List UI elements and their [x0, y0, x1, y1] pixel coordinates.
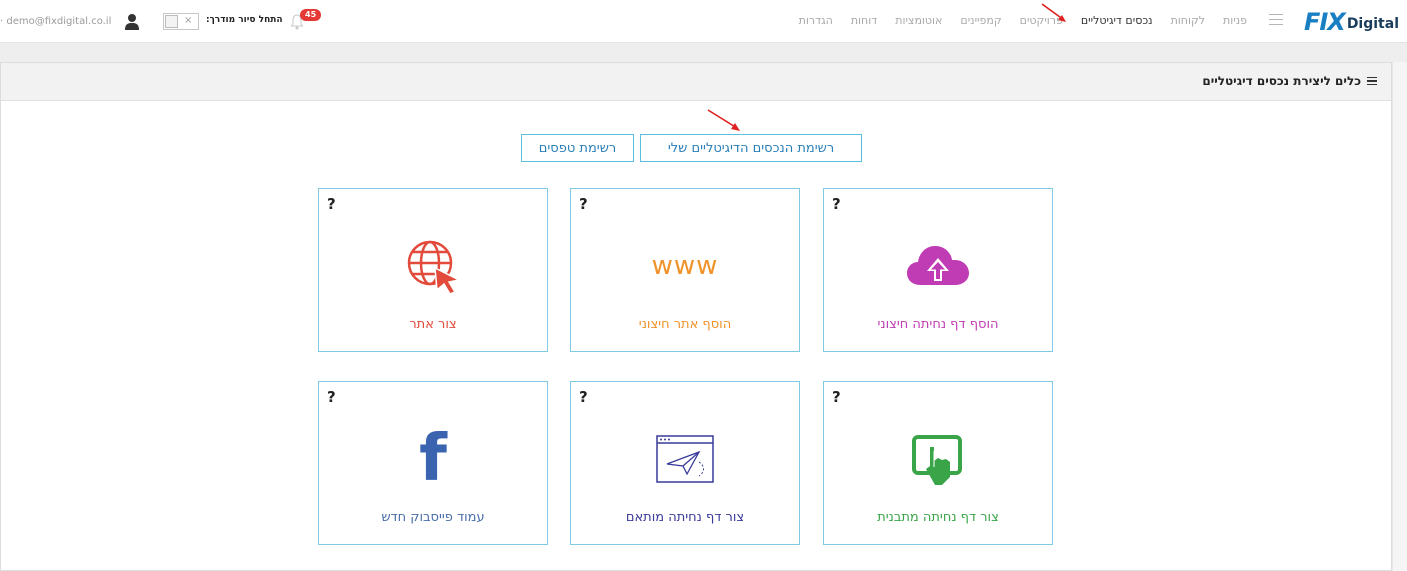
new-facebook-page-card[interactable]: ? f עמוד פייסבוק חדש [318, 381, 548, 545]
create-landing-from-template-card[interactable]: ? צור דף נחיתה מתבנית [823, 381, 1053, 545]
help-icon[interactable]: ? [579, 195, 588, 213]
panel-header: כלים ליצירת נכסים דיגיטליים [1, 63, 1391, 101]
card-label: צור דף נחיתה מתבנית [877, 510, 999, 525]
create-site-card[interactable]: ? צור אתר [318, 188, 548, 352]
user-icon[interactable] [124, 13, 140, 30]
create-custom-landing-card[interactable]: ? צור דף נחיתה מותאם [570, 381, 800, 545]
nav-item-automations[interactable]: אוטומציות [895, 14, 942, 27]
touch-screen-icon [912, 435, 962, 485]
menu-icon[interactable] [1269, 14, 1283, 26]
facebook-icon: f [419, 422, 447, 496]
card-label: צור אתר [409, 317, 457, 332]
main-nav: פניות לקוחות נכסים דיגיטליים פרויקטים קמ… [781, 14, 1247, 27]
user-email[interactable]: · demo@fixdigital.co.il [0, 16, 111, 27]
top-navbar: FIX Digital פניות לקוחות נכסים דיגיטליים… [0, 0, 1407, 43]
logo-sub-text: Digital [1346, 16, 1399, 32]
card-label: הוסף דף נחיתה חיצוני [877, 317, 999, 332]
forms-list-button[interactable]: רשימת טפסים [521, 134, 634, 162]
globe-cursor-icon [407, 240, 462, 295]
nav-item-settings[interactable]: הגדרות [799, 14, 833, 27]
notifications-badge: 45 [300, 9, 322, 21]
fix-digital-logo[interactable]: FIX Digital [1303, 8, 1399, 36]
help-icon[interactable]: ? [327, 195, 336, 213]
close-icon: × [184, 15, 193, 26]
annotation-arrow-icon [1041, 3, 1066, 22]
guided-tour-label: התחל סיור מודרך: [206, 15, 283, 25]
nav-item-campaigns[interactable]: קמפיינים [960, 14, 1001, 27]
help-icon[interactable]: ? [832, 195, 841, 213]
card-label: צור דף נחיתה מותאם [625, 510, 745, 525]
add-external-site-card[interactable]: ? www הוסף אתר חיצוני [570, 188, 800, 352]
card-label: הוסף אתר חיצוני [638, 317, 732, 332]
scrollbar-track[interactable] [1392, 62, 1407, 571]
panel-title: כלים ליצירת נכסים דיגיטליים [1202, 74, 1377, 88]
card-label: עמוד פייסבוק חדש [381, 510, 485, 525]
paper-plane-window-icon [656, 435, 714, 483]
toggle-knob [165, 15, 178, 28]
nav-item-digital-assets[interactable]: נכסים דיגיטליים [1081, 14, 1153, 27]
help-icon[interactable]: ? [579, 388, 588, 406]
add-external-landing-page-card[interactable]: ? הוסף דף נחיתה חיצוני [823, 188, 1053, 352]
help-icon[interactable]: ? [832, 388, 841, 406]
toolbar-strip [0, 43, 1407, 63]
list-icon [1367, 76, 1377, 86]
guided-tour-toggle[interactable]: × [163, 13, 199, 30]
my-digital-assets-button[interactable]: רשימת הנכסים הדיגיטליים שלי [640, 134, 862, 162]
panel-title-text: כלים ליצירת נכסים דיגיטליים [1202, 74, 1361, 88]
nav-item-reports[interactable]: דוחות [851, 14, 877, 27]
nav-item-inquiries[interactable]: פניות [1223, 14, 1247, 27]
annotation-arrow-icon [707, 109, 740, 131]
logo-main-text: FIX [1303, 8, 1346, 36]
nav-item-customers[interactable]: לקוחות [1171, 14, 1205, 27]
cloud-upload-icon [907, 246, 969, 285]
help-icon[interactable]: ? [327, 388, 336, 406]
www-icon: www [651, 251, 719, 281]
